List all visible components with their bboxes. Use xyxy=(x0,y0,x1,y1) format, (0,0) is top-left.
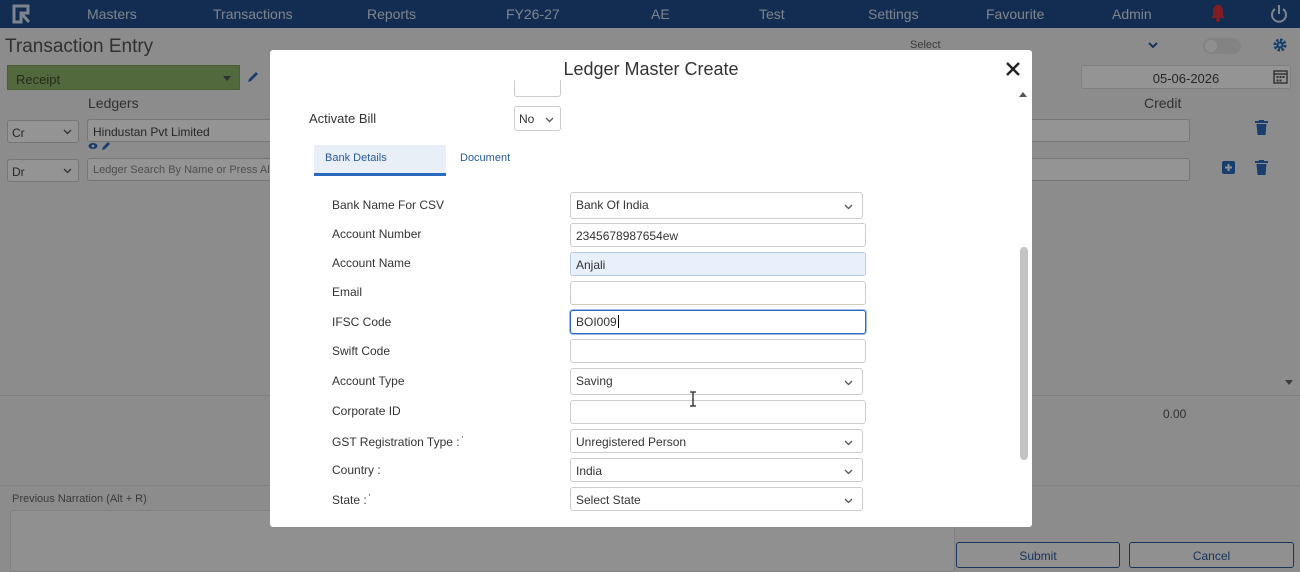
bank-name-select[interactable]: Bank Of India xyxy=(570,192,863,219)
corporate-id-input[interactable] xyxy=(570,400,866,424)
tab-bank-details[interactable]: Bank Details xyxy=(314,145,446,176)
country-value: India xyxy=(576,464,603,478)
required-mark: ' xyxy=(368,493,371,502)
chevron-down-icon xyxy=(844,380,853,386)
bank-name-label: Bank Name For CSV xyxy=(332,198,445,212)
ifsc-value: BOI009 xyxy=(576,315,617,329)
ibeam-cursor-icon xyxy=(690,391,696,407)
gst-type-label-text: GST Registration Type : xyxy=(332,435,460,449)
state-label-text: State : xyxy=(332,493,367,507)
partial-field[interactable] xyxy=(514,80,561,97)
account-name-label: Account Name xyxy=(332,256,411,270)
modal-scrollbar-thumb[interactable] xyxy=(1020,247,1028,460)
close-icon[interactable] xyxy=(1005,61,1021,77)
country-select[interactable]: India xyxy=(570,458,863,482)
email-input[interactable] xyxy=(570,281,866,305)
chevron-down-icon xyxy=(545,117,554,123)
chevron-down-icon xyxy=(844,469,853,475)
gst-type-select[interactable]: Unregistered Person xyxy=(570,429,863,453)
modal-title: Ledger Master Create xyxy=(563,59,739,79)
text-cursor xyxy=(617,315,619,328)
scroll-up-icon[interactable] xyxy=(1019,92,1027,97)
tab-document[interactable]: Document xyxy=(460,152,510,164)
account-type-value: Saving xyxy=(576,374,613,388)
gst-type-label: GST Registration Type : ' xyxy=(332,435,463,449)
country-label: Country : xyxy=(332,463,381,477)
chevron-down-icon xyxy=(844,498,853,504)
activate-bill-label: Activate Bill xyxy=(309,111,377,126)
state-label: State : ' xyxy=(332,493,370,507)
bank-name-value: Bank Of India xyxy=(576,198,649,212)
account-type-select[interactable]: Saving xyxy=(570,368,863,395)
corporate-id-label: Corporate ID xyxy=(332,404,401,418)
ledger-master-modal: Ledger Master Create Activate Bill No Ba… xyxy=(270,50,1032,527)
email-label: Email xyxy=(332,285,363,299)
activate-bill-value: No xyxy=(519,112,535,126)
state-value: Select State xyxy=(576,493,641,507)
swift-label: Swift Code xyxy=(332,344,391,358)
ifsc-label: IFSC Code xyxy=(332,315,392,329)
account-number-input[interactable]: 2345678987654ew xyxy=(570,223,866,247)
swift-input[interactable] xyxy=(570,339,866,363)
account-name-input[interactable]: Anjali xyxy=(570,252,866,276)
state-select[interactable]: Select State xyxy=(570,487,863,511)
account-number-label: Account Number xyxy=(332,227,422,241)
account-type-label: Account Type xyxy=(332,374,405,388)
activate-bill-select[interactable]: No xyxy=(514,106,561,131)
ifsc-input[interactable]: BOI009 xyxy=(570,310,866,334)
chevron-down-icon xyxy=(844,204,853,210)
gst-type-value: Unregistered Person xyxy=(576,435,687,449)
chevron-down-icon xyxy=(844,440,853,446)
required-mark: ' xyxy=(461,435,464,444)
